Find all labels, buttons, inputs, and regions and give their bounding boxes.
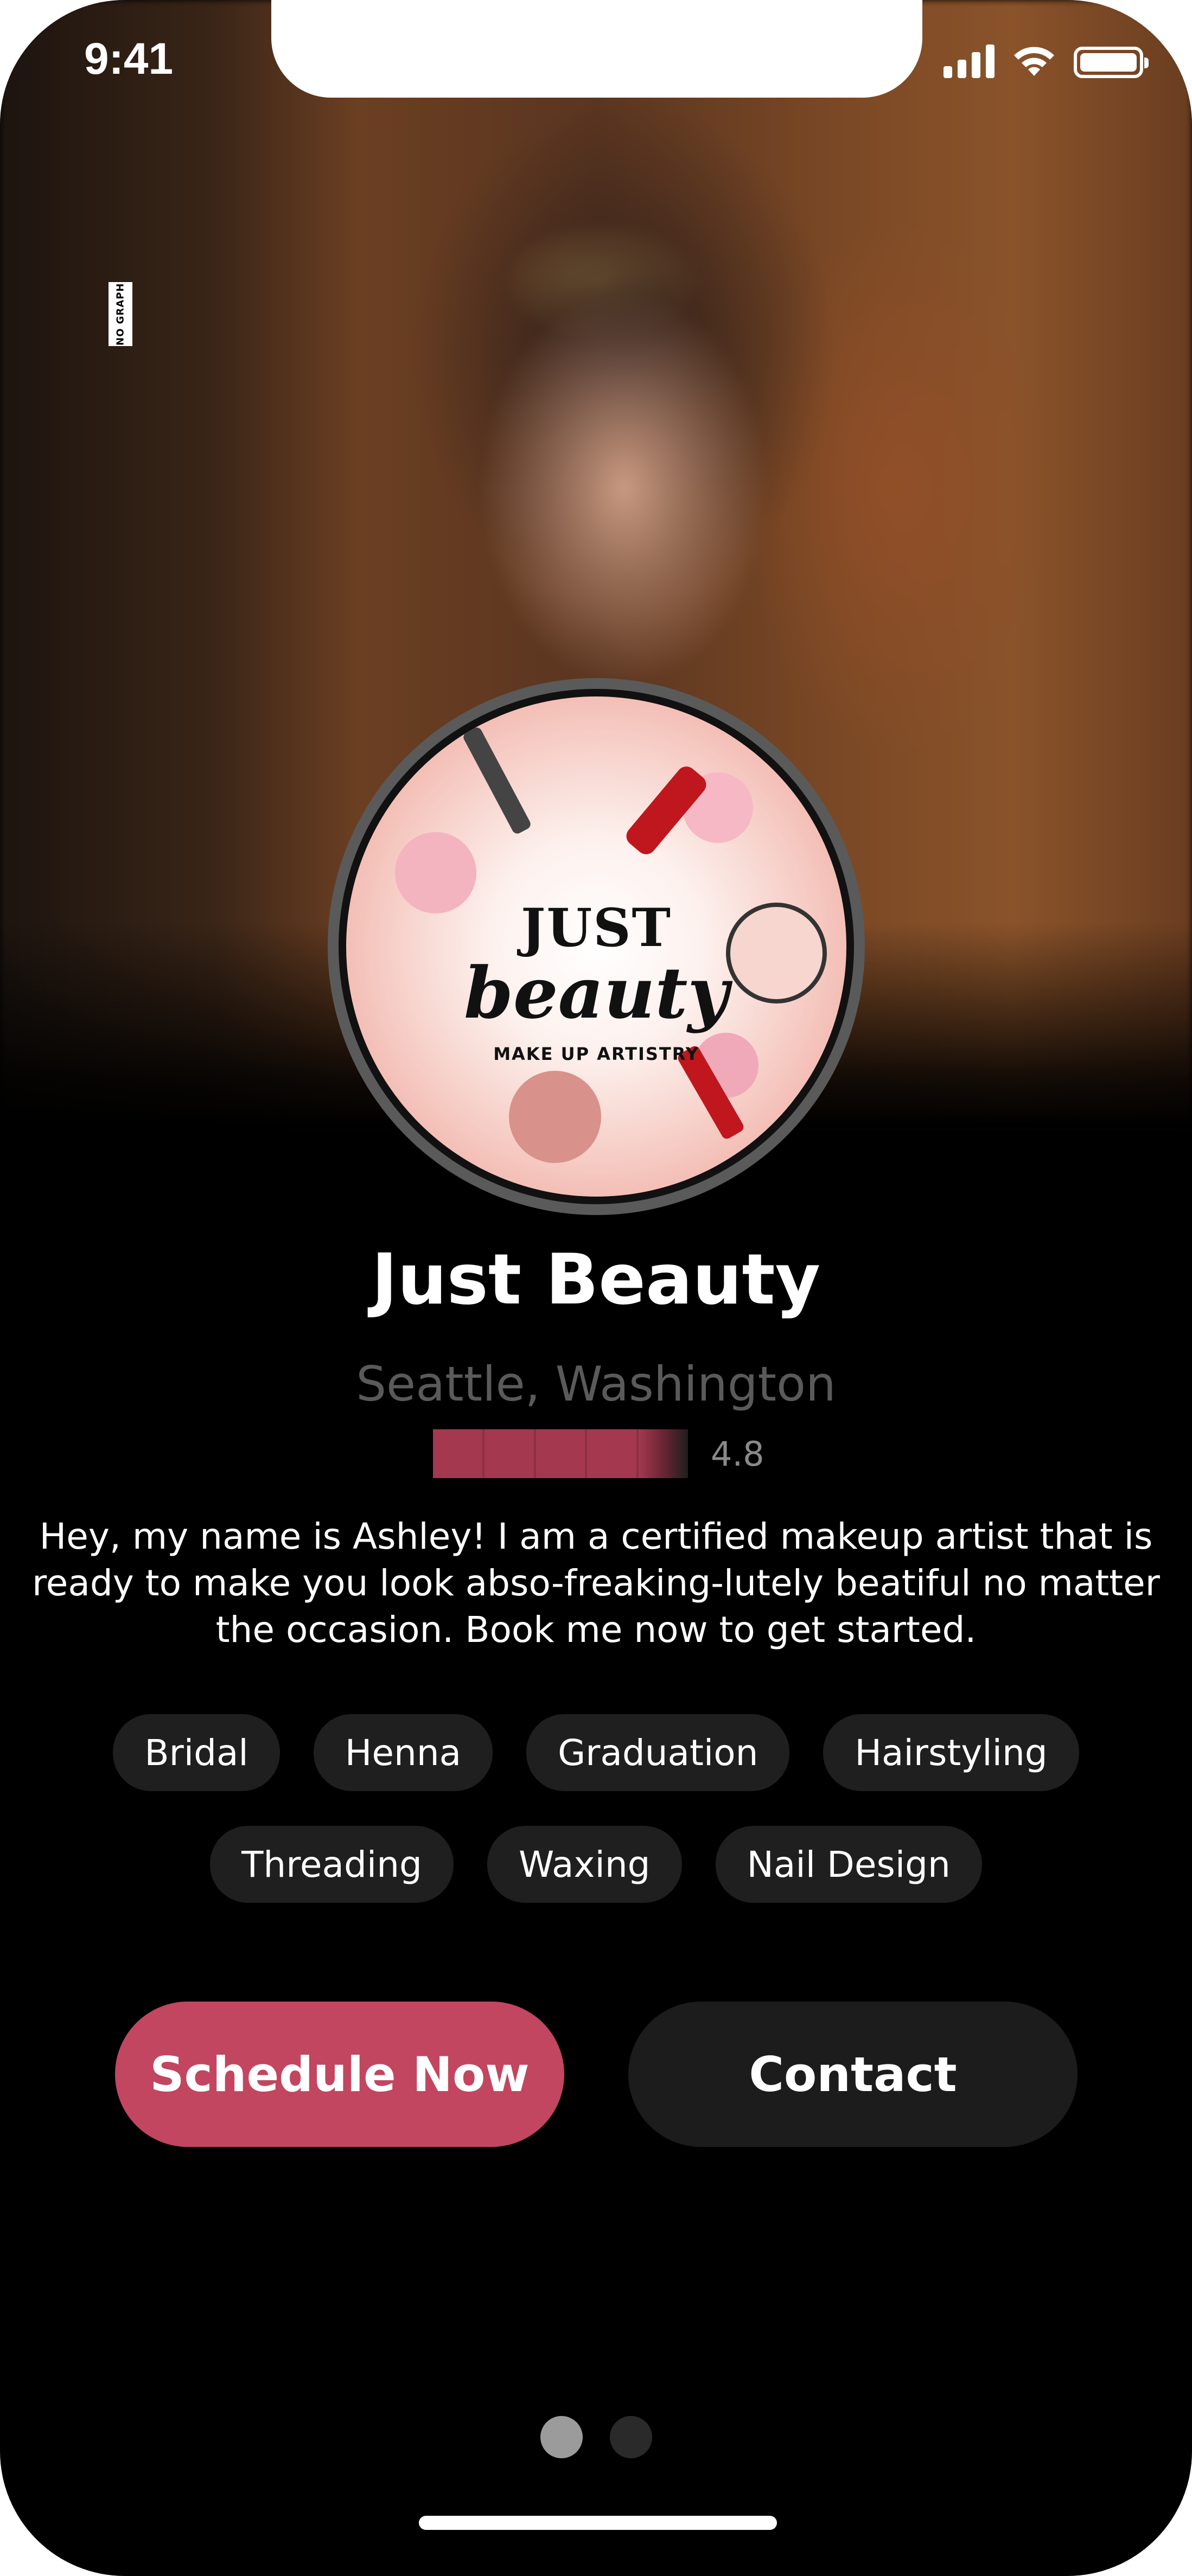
cellular-signal-icon <box>944 44 995 78</box>
rating-star-icon <box>433 1429 485 1478</box>
bio-text: Hey, my name is Ashley! I am a certified… <box>32 1516 1160 1651</box>
page-indicator <box>0 2416 1192 2458</box>
rating-star-icon <box>639 1429 688 1478</box>
location-text: Seattle, Washington <box>356 1356 836 1412</box>
page-dot-2[interactable] <box>609 2416 652 2458</box>
rating-star-icon <box>536 1429 588 1478</box>
page-dot-1[interactable] <box>540 2416 583 2458</box>
photo-tag: NO GRAPH <box>109 282 132 346</box>
rating-star-icon <box>587 1429 639 1478</box>
device-notch <box>271 0 922 98</box>
phone-screen: NO GRAPH 9:41 JUST beauty MAKE UP ARTIST… <box>0 0 1192 2576</box>
logo-beauty: beauty <box>464 951 729 1034</box>
rating: 4.8 <box>433 1429 764 1478</box>
service-tag-threading[interactable]: Threading <box>210 1826 454 1903</box>
battery-icon <box>1074 47 1149 78</box>
rating-star-icon <box>484 1429 536 1478</box>
service-tag-bridal[interactable]: Bridal <box>113 1714 280 1791</box>
service-tag-henna[interactable]: Henna <box>313 1714 493 1791</box>
logo-subtitle: MAKE UP ARTISTRY <box>493 1044 699 1064</box>
contact-button[interactable]: Contact <box>628 2002 1078 2147</box>
rating-bar <box>433 1429 688 1478</box>
service-tag-nail-design[interactable]: Nail Design <box>715 1826 982 1903</box>
brand-logo: JUST beauty MAKE UP ARTISTRY <box>346 696 846 1197</box>
service-tag-waxing[interactable]: Waxing <box>487 1826 682 1903</box>
wifi-icon <box>1014 47 1054 76</box>
home-indicator[interactable] <box>419 2516 777 2530</box>
services-row-1: Bridal Henna Graduation Hairstyling <box>0 1714 1192 1791</box>
service-tag-graduation[interactable]: Graduation <box>526 1714 790 1791</box>
status-time: 9:41 <box>84 34 174 84</box>
schedule-now-button[interactable]: Schedule Now <box>115 2002 564 2147</box>
services-row-2: Threading Waxing Nail Design <box>0 1826 1192 1903</box>
service-tag-hairstyling[interactable]: Hairstyling <box>823 1714 1079 1791</box>
status-icons <box>944 42 1149 78</box>
rating-value: 4.8 <box>711 1434 764 1474</box>
business-name: Just Beauty <box>371 1239 821 1320</box>
profile-avatar[interactable]: JUST beauty MAKE UP ARTISTRY <box>328 678 865 1215</box>
logo-just: JUST <box>521 897 672 958</box>
